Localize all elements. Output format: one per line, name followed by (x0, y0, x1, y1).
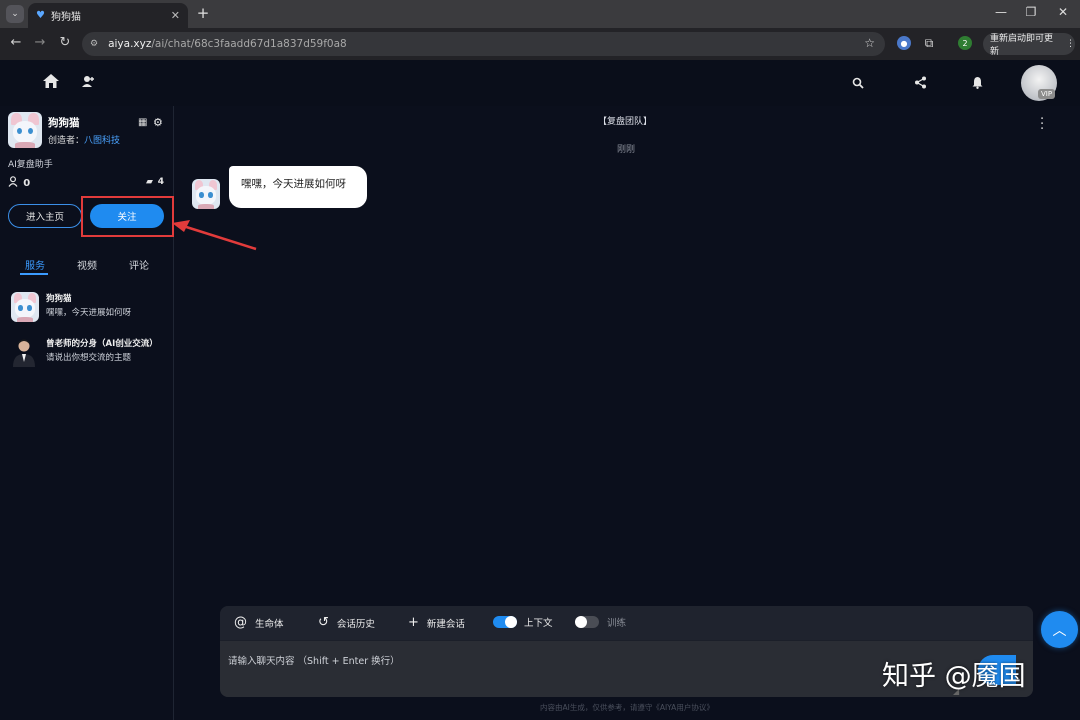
qr-code-icon[interactable]: ▦ (138, 117, 147, 128)
train-label: 训练 (607, 618, 627, 629)
tab-active-underline (20, 273, 48, 275)
plus-icon: + (408, 615, 419, 630)
followers-count: 0 (8, 176, 30, 189)
browser-tab-bar: ⌄ ♥ 狗狗猫 ✕ + — ❐ ✕ (0, 0, 1080, 28)
chat-timestamp: 刚刚 (617, 145, 636, 155)
conversation-item[interactable]: 狗狗猫 嘿嘿，今天进展如何呀 (8, 290, 168, 326)
users-icon[interactable] (82, 75, 96, 88)
bookmark-star-icon[interactable]: ☆ (864, 36, 875, 50)
conversation-title: 曾老师的分身（AI创业交流） (46, 339, 158, 349)
share-icon[interactable] (914, 76, 927, 89)
url-field[interactable]: ⚙ aiya.xyz/ai/chat/68c3faadd67d1a837d59f… (82, 32, 885, 56)
message-bot-avatar (192, 179, 220, 209)
lifeform-button[interactable]: @ 生命体 (234, 615, 284, 630)
context-toggle[interactable] (493, 616, 517, 628)
at-icon: @ (234, 615, 247, 630)
conversation-item[interactable]: 曾老师的分身（AI创业交流） 请说出你想交流的主题 (8, 335, 168, 371)
bell-icon[interactable] (972, 76, 983, 89)
messages-value: 4 (157, 177, 165, 187)
address-bar-row: ← → ↻ ⚙ aiya.xyz/ai/chat/68c3faadd67d1a8… (0, 28, 1080, 60)
composer-toolbar: @ 生命体 ↺ 会话历史 + 新建会话 上下文 训练 (220, 606, 1033, 640)
watermark: 知乎 @魇国 (882, 661, 1026, 692)
restore-icon[interactable]: ❐ (1023, 5, 1039, 19)
scroll-up-button[interactable]: ︿ (1041, 611, 1078, 648)
vip-badge: VIP (1038, 89, 1056, 99)
extensions-puzzle-icon[interactable]: ⧉ (922, 36, 936, 50)
tab-comments[interactable]: 评论 (129, 257, 149, 272)
annotation-highlight-box (81, 196, 174, 237)
more-vert-icon: ⋮ (1066, 39, 1075, 49)
history-button[interactable]: ↺ 会话历史 (318, 615, 375, 630)
bot-creator: 创造者：八图科技 (48, 133, 120, 146)
enter-homepage-button[interactable]: 进入主页 (8, 204, 82, 228)
lifeform-label: 生命体 (255, 618, 284, 630)
bot-avatar-small (11, 292, 39, 322)
history-label: 会话历史 (336, 618, 375, 630)
bot-name: 狗狗猫 (48, 117, 80, 129)
conversation-preview: 请说出你想交流的主题 (46, 353, 132, 363)
update-button[interactable]: 重新启动即可更新 ⋮ (983, 33, 1075, 57)
search-icon[interactable] (852, 77, 864, 89)
browser-tab[interactable]: ♥ 狗狗猫 ✕ (28, 3, 188, 28)
chat-bubble-icon: ▰ (146, 177, 153, 187)
tab-title: 狗狗猫 (50, 12, 81, 23)
site-info-icon[interactable]: ⚙ (90, 39, 98, 49)
gear-icon[interactable]: ⚙ (153, 116, 163, 129)
history-icon: ↺ (318, 615, 329, 630)
more-options-icon[interactable]: · · · (1040, 113, 1044, 136)
messages-count: ▰ 4 (146, 177, 164, 187)
bot-avatar (8, 112, 42, 148)
person-icon (8, 176, 18, 187)
creator-label: 创造者： (48, 136, 85, 146)
tab-videos[interactable]: 视频 (77, 257, 97, 272)
back-icon[interactable]: ← (8, 35, 24, 50)
tab-services[interactable]: 服务 (25, 257, 45, 272)
favicon-heart-icon: ♥ (36, 10, 45, 21)
bot-description: AI复盘助手 (8, 160, 53, 170)
followers-value: 0 (23, 178, 31, 189)
chat-title: 【复盘团队】 (598, 117, 653, 127)
new-tab-icon[interactable]: + (194, 4, 212, 22)
reload-icon[interactable]: ↻ (57, 35, 73, 50)
minimize-icon[interactable]: — (993, 5, 1009, 19)
forward-icon[interactable]: → (32, 35, 48, 50)
window-close-icon[interactable]: ✕ (1055, 5, 1071, 19)
extension-icon[interactable]: ● (897, 36, 911, 50)
train-toggle[interactable] (575, 616, 599, 628)
context-label: 上下文 (524, 618, 553, 629)
creator-link[interactable]: 八图科技 (84, 136, 120, 146)
new-chat-button[interactable]: + 新建会话 (408, 615, 465, 630)
tab-close-icon[interactable]: ✕ (171, 9, 180, 22)
url-host: aiya.xyz (108, 38, 152, 50)
tab-search-icon[interactable]: ⌄ (6, 5, 24, 23)
message-bubble: 嘿嘿，今天进展如何呀 (229, 166, 367, 208)
footer-disclaimer: 内容由AI生成，仅供参考，请遵守《AIYA用户协议》 (540, 703, 714, 712)
url-path: /ai/chat/68c3faadd67d1a837d59f0a8 (151, 38, 347, 50)
update-label: 重新启动即可更新 (990, 34, 1054, 57)
conversation-title: 狗狗猫 (46, 294, 72, 304)
person-avatar (11, 337, 37, 367)
new-chat-label: 新建会话 (426, 618, 465, 630)
conversation-preview: 嘿嘿，今天进展如何呀 (46, 308, 132, 318)
profile-badge[interactable]: 2 (958, 36, 972, 50)
home-icon[interactable] (42, 73, 60, 89)
